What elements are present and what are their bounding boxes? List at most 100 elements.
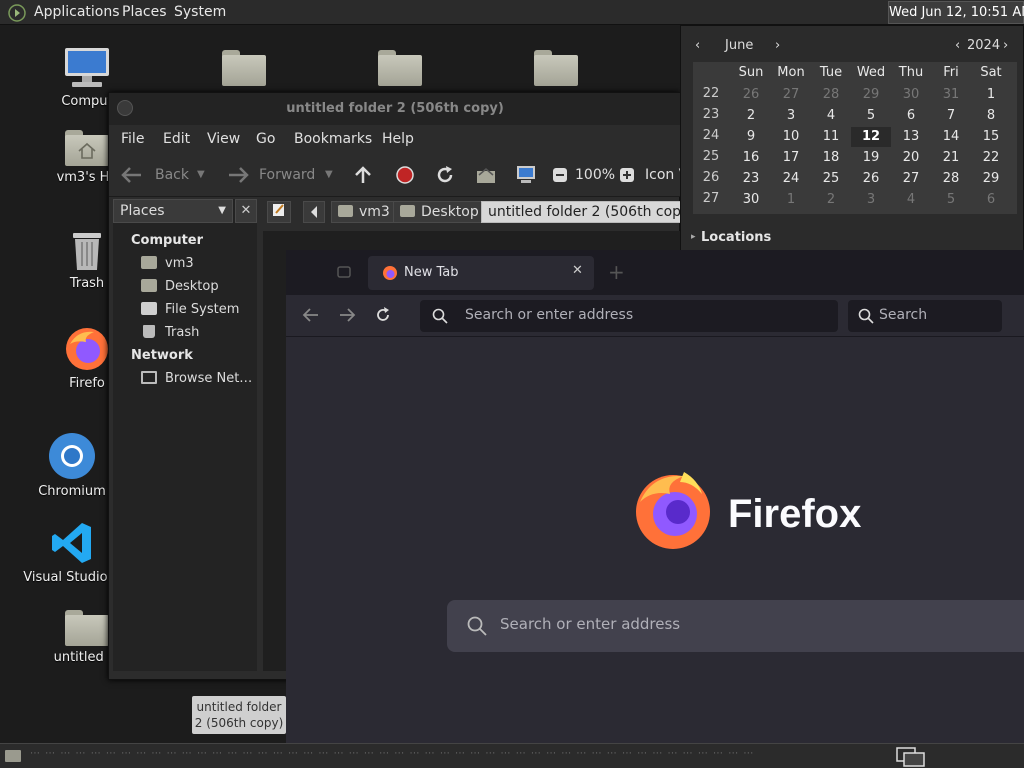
calendar-day[interactable]: 5 bbox=[851, 106, 891, 126]
calendar-day[interactable]: 29 bbox=[971, 169, 1011, 189]
calendar-day[interactable]: 28 bbox=[931, 169, 971, 189]
panel-clock[interactable]: Wed Jun 12, 10:51 AM bbox=[888, 1, 1024, 24]
calendar-day[interactable]: 5 bbox=[931, 190, 971, 210]
calendar-day[interactable]: 19 bbox=[851, 148, 891, 168]
window-close-button[interactable] bbox=[117, 100, 133, 116]
calendar-day[interactable]: 20 bbox=[891, 148, 931, 168]
back-dropdown-icon[interactable]: ▼ bbox=[197, 153, 205, 197]
calendar-day[interactable]: 24 bbox=[771, 169, 811, 189]
desktop-folder-icon[interactable] bbox=[534, 50, 578, 86]
calendar-day[interactable]: 1 bbox=[771, 190, 811, 210]
places-selector[interactable]: Places ▼ bbox=[113, 199, 233, 223]
expand-arrow-icon[interactable]: ▸ bbox=[691, 232, 696, 242]
computer-icon[interactable] bbox=[515, 164, 537, 186]
tab-overview-icon[interactable] bbox=[336, 264, 352, 280]
calendar-day[interactable]: 10 bbox=[771, 127, 811, 147]
sidebar-item-file-system[interactable]: File System bbox=[141, 302, 239, 317]
calendar-day[interactable]: 28 bbox=[811, 85, 851, 105]
sidebar-item-desktop[interactable]: Desktop bbox=[141, 279, 219, 294]
calendar-day[interactable]: 23 bbox=[731, 169, 771, 189]
menu-go[interactable]: Go bbox=[256, 131, 275, 147]
calendar-day[interactable]: 2 bbox=[811, 190, 851, 210]
url-bar[interactable]: Search or enter address bbox=[420, 300, 838, 332]
new-tab-plus-icon[interactable]: + bbox=[608, 260, 625, 284]
reload-icon[interactable] bbox=[435, 165, 455, 185]
window-title[interactable]: untitled folder 2 (506th copy) bbox=[109, 93, 681, 125]
calendar-day[interactable]: 22 bbox=[971, 148, 1011, 168]
path-back-arrow-icon[interactable] bbox=[303, 201, 325, 223]
calendar-day[interactable]: 25 bbox=[811, 169, 851, 189]
window-list[interactable]: ⋯ ⋯ ⋯ ⋯ ⋯ ⋯ ⋯ ⋯ ⋯ ⋯ ⋯ ⋯ ⋯ ⋯ ⋯ ⋯ ⋯ ⋯ ⋯ ⋯ … bbox=[30, 748, 890, 764]
calendar-day[interactable]: 1 bbox=[971, 85, 1011, 105]
show-desktop-icon[interactable] bbox=[4, 748, 22, 764]
sidebar-item-vm3[interactable]: vm3 bbox=[141, 256, 194, 271]
up-arrow-icon[interactable] bbox=[353, 165, 373, 185]
back-arrow-icon[interactable] bbox=[302, 307, 320, 323]
sidebar-item-browse-network[interactable]: Browse Net… bbox=[141, 371, 252, 386]
calendar-day[interactable]: 11 bbox=[811, 127, 851, 147]
calendar-day[interactable]: 3 bbox=[851, 190, 891, 210]
calendar-day[interactable]: 8 bbox=[971, 106, 1011, 126]
content-search-box[interactable]: Search or enter address bbox=[447, 600, 1024, 652]
calendar-day[interactable]: 16 bbox=[731, 148, 771, 168]
zoom-out-icon[interactable] bbox=[552, 167, 568, 183]
calendar-day[interactable]: 29 bbox=[851, 85, 891, 105]
calendar-month: June bbox=[725, 38, 754, 53]
calendar-day[interactable]: 17 bbox=[771, 148, 811, 168]
calendar-day[interactable]: 27 bbox=[891, 169, 931, 189]
next-year-chevron-icon[interactable]: › bbox=[1003, 38, 1008, 53]
zoom-in-icon[interactable] bbox=[619, 167, 635, 183]
tab-new-tab[interactable]: New Tab ✕ bbox=[368, 256, 594, 290]
tab-close-icon[interactable]: ✕ bbox=[572, 263, 583, 278]
menu-help[interactable]: Help bbox=[382, 131, 414, 147]
prev-year-chevron-icon[interactable]: ‹ bbox=[955, 38, 960, 53]
calendar-day[interactable]: 26 bbox=[731, 85, 771, 105]
calendar-day[interactable]: 4 bbox=[811, 106, 851, 126]
menu-view[interactable]: View bbox=[207, 131, 240, 147]
prev-month-chevron-icon[interactable]: ‹ bbox=[695, 38, 700, 53]
path-crumb-current[interactable]: untitled folder 2 (506th copy) bbox=[481, 201, 702, 223]
sidebar-item-trash[interactable]: Trash bbox=[141, 325, 199, 340]
calendar-day[interactable]: 6 bbox=[971, 190, 1011, 210]
menu-system[interactable]: System bbox=[174, 4, 226, 20]
panel-logo-icon[interactable] bbox=[8, 4, 26, 22]
menu-file[interactable]: File bbox=[121, 131, 144, 147]
calendar-day[interactable]: 27 bbox=[771, 85, 811, 105]
calendar-day[interactable]: 3 bbox=[771, 106, 811, 126]
sidebar-close-button[interactable]: ✕ bbox=[235, 199, 257, 223]
next-month-chevron-icon[interactable]: › bbox=[775, 38, 780, 53]
menu-places[interactable]: Places bbox=[122, 4, 167, 20]
calendar-day[interactable]: 7 bbox=[931, 106, 971, 126]
calendar-day[interactable]: 4 bbox=[891, 190, 931, 210]
menu-bookmarks[interactable]: Bookmarks bbox=[294, 131, 372, 147]
calendar-day[interactable]: 18 bbox=[811, 148, 851, 168]
calendar-day[interactable]: 12 bbox=[851, 127, 891, 147]
reload-icon[interactable] bbox=[374, 306, 392, 324]
home-icon[interactable] bbox=[475, 165, 497, 185]
desktop-folder-icon[interactable] bbox=[378, 50, 422, 86]
workspace-switcher-icon[interactable] bbox=[896, 747, 926, 767]
calendar-day[interactable]: 26 bbox=[851, 169, 891, 189]
path-crumb-vm3[interactable]: vm3 bbox=[331, 201, 397, 223]
locations-expander[interactable]: Locations bbox=[701, 230, 771, 245]
calendar-day[interactable]: 21 bbox=[931, 148, 971, 168]
calendar-day[interactable]: 9 bbox=[731, 127, 771, 147]
menu-applications[interactable]: Applications bbox=[34, 4, 120, 20]
calendar-day[interactable]: 13 bbox=[891, 127, 931, 147]
path-crumb-desktop[interactable]: Desktop bbox=[393, 201, 486, 223]
calendar-day[interactable]: 2 bbox=[731, 106, 771, 126]
desktop-icon-label-overlap[interactable]: untitled folder 2 (506th copy) bbox=[192, 696, 286, 734]
search-bar[interactable]: Search bbox=[848, 300, 1002, 332]
desktop-folder-icon[interactable] bbox=[222, 50, 266, 86]
calendar-day[interactable]: 6 bbox=[891, 106, 931, 126]
stop-icon[interactable] bbox=[395, 165, 415, 185]
forward-dropdown-icon[interactable]: ▼ bbox=[325, 153, 333, 197]
edit-path-icon[interactable] bbox=[267, 201, 291, 223]
calendar-day[interactable]: 31 bbox=[931, 85, 971, 105]
calendar-day[interactable]: 30 bbox=[891, 85, 931, 105]
calendar-day[interactable]: 15 bbox=[971, 127, 1011, 147]
menu-edit[interactable]: Edit bbox=[163, 131, 190, 147]
calendar-day[interactable]: 30 bbox=[731, 190, 771, 210]
forward-arrow-icon[interactable] bbox=[338, 307, 356, 323]
calendar-day[interactable]: 14 bbox=[931, 127, 971, 147]
